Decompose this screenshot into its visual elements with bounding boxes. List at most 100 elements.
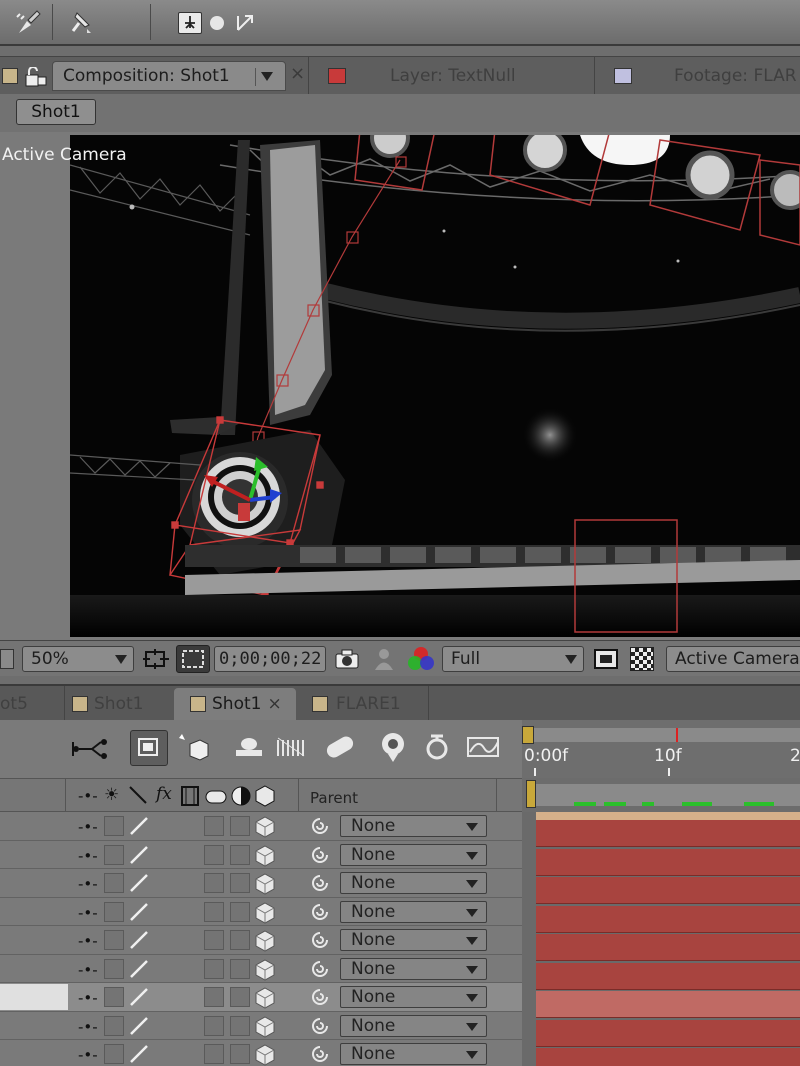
work-area-bar[interactable] xyxy=(522,778,800,812)
shy-switch[interactable]: -•- xyxy=(78,875,98,893)
brainstorm-icon[interactable] xyxy=(322,732,356,766)
layer-bar[interactable] xyxy=(536,991,800,1018)
motion-blur-switch[interactable] xyxy=(204,816,224,836)
adjustment-switch[interactable] xyxy=(230,930,250,950)
layer-row[interactable]: -•- None xyxy=(0,841,522,872)
brush-icon[interactable] xyxy=(10,6,46,38)
3d-layer-switch[interactable] xyxy=(254,844,276,872)
tab-composition[interactable]: Composition: Shot1 xyxy=(52,61,286,91)
shy-switch[interactable]: -•- xyxy=(78,1018,98,1036)
pick-whip-icon[interactable] xyxy=(310,902,330,926)
quality-switch[interactable] xyxy=(128,1043,150,1066)
work-area-start-handle[interactable] xyxy=(522,726,534,744)
3d-layer-switch[interactable] xyxy=(254,872,276,900)
parent-dropdown[interactable]: None xyxy=(340,843,487,866)
adjustment-switch[interactable] xyxy=(230,1015,250,1036)
shape-icon[interactable] xyxy=(466,734,502,764)
pick-whip-icon[interactable] xyxy=(310,987,330,1011)
pick-whip-icon[interactable] xyxy=(310,1044,330,1066)
layer-bar[interactable] xyxy=(536,934,800,961)
tab-footage[interactable]: Footage: FLAR xyxy=(674,61,797,91)
composition-viewer[interactable] xyxy=(70,135,800,637)
composition-dropdown-button[interactable] xyxy=(255,68,277,86)
active-composition-button[interactable]: Shot1 xyxy=(16,99,96,125)
layer-bar[interactable] xyxy=(536,848,800,876)
target-region-icon[interactable] xyxy=(594,649,618,669)
3d-layer-switch[interactable] xyxy=(254,815,276,843)
tab-timeline-flare1[interactable]: FLARE1 xyxy=(304,688,424,720)
parent-dropdown[interactable]: None xyxy=(340,900,487,923)
pick-whip-icon[interactable] xyxy=(310,959,330,983)
layer-bar[interactable] xyxy=(536,905,800,933)
pick-whip-icon[interactable] xyxy=(310,1016,330,1040)
shy-switch[interactable]: -•- xyxy=(78,932,98,950)
frame-blending-icon[interactable] xyxy=(232,734,266,764)
effects-column-icon[interactable]: fx xyxy=(156,784,172,804)
shy-switch[interactable]: -•- xyxy=(78,1046,98,1064)
quality-switch[interactable] xyxy=(128,929,150,955)
auto-keyframe-icon[interactable] xyxy=(376,730,410,768)
shy-switch[interactable]: -•- xyxy=(78,961,98,979)
pick-whip-icon[interactable] xyxy=(310,873,330,897)
parent-dropdown[interactable]: None xyxy=(340,1043,487,1065)
pick-whip-icon[interactable] xyxy=(310,930,330,954)
motion-blur-switch[interactable] xyxy=(204,844,224,865)
3d-layer-switch[interactable] xyxy=(254,986,276,1014)
adjustment-switch[interactable] xyxy=(230,958,250,979)
lock-icon[interactable] xyxy=(24,66,48,91)
magnification-dropdown[interactable]: 50% xyxy=(22,646,134,672)
collapse-column-icon[interactable]: ☀ xyxy=(104,785,119,805)
adjustment-switch[interactable] xyxy=(230,901,250,922)
resolution-dropdown[interactable]: Full xyxy=(442,646,584,672)
parent-dropdown[interactable]: None xyxy=(340,1014,487,1037)
quality-switch[interactable] xyxy=(128,844,150,870)
shy-switch[interactable]: -•- xyxy=(78,818,98,836)
parent-dropdown[interactable]: None xyxy=(340,986,487,1008)
parent-dropdown[interactable]: None xyxy=(340,872,487,894)
close-icon[interactable]: × xyxy=(290,63,305,84)
adjustment-switch[interactable] xyxy=(230,987,250,1007)
layer-row[interactable]: -•- None xyxy=(0,983,522,1012)
adjustment-switch[interactable] xyxy=(230,844,250,865)
motion-blur-switch[interactable] xyxy=(204,1044,224,1064)
collapse-switch[interactable] xyxy=(104,844,124,865)
tab-timeline-shot5[interactable]: ot5 xyxy=(0,688,64,720)
axis-local-icon[interactable] xyxy=(178,12,202,34)
graph-editor-icon[interactable] xyxy=(422,732,452,766)
motion-blur-switch[interactable] xyxy=(204,930,224,950)
quality-switch[interactable] xyxy=(128,872,150,898)
3d-layer-switch[interactable] xyxy=(254,1043,276,1066)
shy-column-icon[interactable]: -•- xyxy=(78,787,98,805)
collapse-switch[interactable] xyxy=(104,1044,124,1064)
layer-bar[interactable] xyxy=(536,962,800,990)
3d-layer-switch[interactable] xyxy=(254,958,276,986)
layer-row[interactable]: -•- None xyxy=(0,869,522,898)
layer-name-field[interactable] xyxy=(0,984,68,1010)
layer-bar[interactable] xyxy=(536,877,800,904)
quality-column-icon[interactable] xyxy=(128,785,148,809)
pick-whip-icon[interactable] xyxy=(310,845,330,869)
quality-switch[interactable] xyxy=(128,986,150,1012)
region-of-interest-icon[interactable] xyxy=(176,645,210,673)
composition-mini-flowchart-icon[interactable] xyxy=(70,736,110,766)
close-icon[interactable]: × xyxy=(267,694,281,714)
layer-bar[interactable] xyxy=(536,820,800,847)
draft-3d-icon[interactable] xyxy=(130,730,168,766)
time-ruler[interactable]: 0:00f 10f 2 xyxy=(522,720,800,778)
show-channel-icon[interactable] xyxy=(404,645,438,677)
collapse-switch[interactable] xyxy=(104,1015,124,1036)
adjustment-switch[interactable] xyxy=(230,873,250,893)
motion-blur-switch[interactable] xyxy=(204,958,224,979)
motion-blur-switch[interactable] xyxy=(204,1015,224,1036)
adjustment-switch[interactable] xyxy=(230,816,250,836)
layer-row[interactable]: -•- None xyxy=(0,1040,522,1066)
layer-row[interactable]: -•- None xyxy=(0,955,522,986)
collapse-switch[interactable] xyxy=(104,987,124,1007)
motion-blur-switch[interactable] xyxy=(204,873,224,893)
layer-row[interactable]: -•- None xyxy=(0,812,522,841)
parent-dropdown[interactable]: None xyxy=(340,929,487,951)
motion-blur-switch[interactable] xyxy=(204,987,224,1007)
3d-view-dropdown[interactable]: Active Camera xyxy=(666,646,800,672)
pin-icon[interactable] xyxy=(62,6,98,38)
layer-row[interactable]: -•- None xyxy=(0,1012,522,1040)
